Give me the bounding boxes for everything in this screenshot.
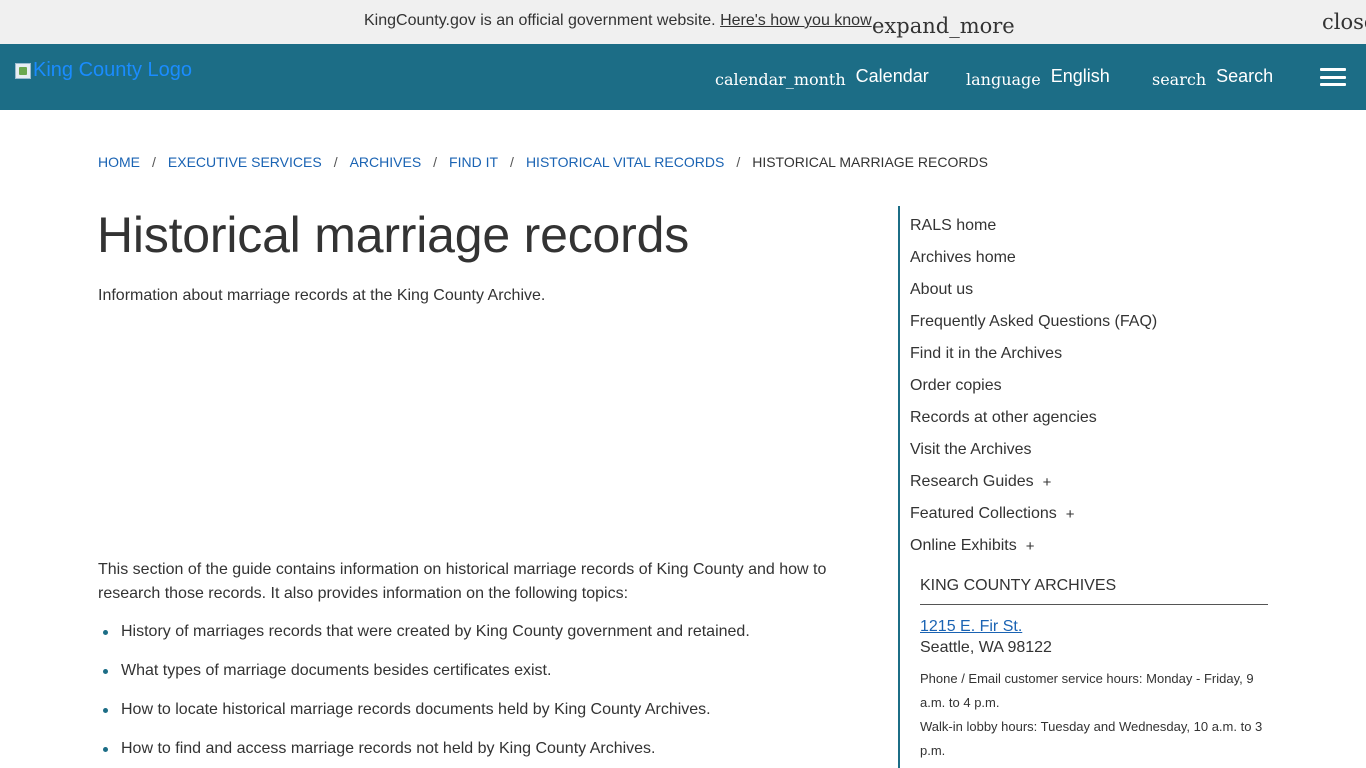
menu-bar xyxy=(1320,68,1346,71)
side-nav-records-other-agencies[interactable]: Records at other agencies xyxy=(910,402,1157,434)
side-nav-list: RALS home Archives home About us Frequen… xyxy=(910,210,1157,562)
menu-bar xyxy=(1320,75,1346,79)
banner-message: KingCounty.gov is an official government… xyxy=(364,12,872,30)
breadcrumb-home[interactable]: Home xyxy=(98,154,140,170)
side-nav-research-guides[interactable]: Research Guides + xyxy=(910,466,1157,498)
close-icon[interactable]: close xyxy=(1322,10,1366,34)
king-county-logo[interactable]: King County Logo xyxy=(15,59,192,82)
logo-alt-text: King County Logo xyxy=(33,59,193,81)
side-nav-faq[interactable]: Frequently Asked Questions (FAQ) xyxy=(910,306,1157,338)
search-button[interactable]: search Search xyxy=(1152,66,1274,89)
expand-plus-icon[interactable]: + xyxy=(1066,506,1075,523)
contact-heading: King County Archives xyxy=(920,577,1268,605)
search-label: Search xyxy=(1216,66,1274,86)
page-intro: Information about marriage records at th… xyxy=(98,287,546,304)
side-nav-label: Find it in the Archives xyxy=(910,345,1063,362)
list-item: History of marriages records that were c… xyxy=(98,621,858,643)
side-nav-featured-collections[interactable]: Featured Collections + xyxy=(910,498,1157,530)
topics-list: History of marriages records that were c… xyxy=(98,621,858,768)
breadcrumb-separator: / xyxy=(736,154,741,170)
breadcrumb-separator: / xyxy=(510,154,514,170)
customer-service-hours: Phone / Email customer service hours: Mo… xyxy=(920,671,1254,710)
calendar-link[interactable]: calendar_month Calendar xyxy=(715,66,929,89)
side-nav-find-it[interactable]: Find it in the Archives xyxy=(910,338,1157,370)
side-navigation: RALS home Archives home About us Frequen… xyxy=(898,206,1278,768)
side-nav-visit-archives[interactable]: Visit the Archives xyxy=(910,434,1157,466)
language-label: English xyxy=(1050,66,1110,86)
calendar-label: Calendar xyxy=(855,66,929,86)
side-nav-label: Records at other agencies xyxy=(910,409,1097,426)
breadcrumb-find-it[interactable]: Find it xyxy=(449,154,498,170)
side-nav-label: Order copies xyxy=(910,377,1002,394)
breadcrumb-separator: / xyxy=(433,154,438,170)
language-selector[interactable]: language English xyxy=(966,66,1110,89)
side-nav-rals-home[interactable]: RALS home xyxy=(910,210,1157,242)
lobby-hours: Walk-in lobby hours: Tuesday and Wednesd… xyxy=(920,719,1263,758)
banner-text: KingCounty.gov is an official government… xyxy=(364,12,716,29)
menu-bar xyxy=(1320,83,1346,86)
page-title: Historical marriage records xyxy=(97,207,689,263)
side-nav-label: Featured Collections xyxy=(910,505,1057,522)
side-nav-label: Online Exhibits xyxy=(910,537,1017,554)
side-nav-about-us[interactable]: About us xyxy=(910,274,1157,306)
breadcrumb-current: Historical marriage records xyxy=(752,154,988,170)
side-nav-archives-home[interactable]: Archives home xyxy=(910,242,1157,274)
list-item: What types of marriage documents besides… xyxy=(98,660,858,682)
side-nav-order-copies[interactable]: Order copies xyxy=(910,370,1157,402)
breadcrumb-executive-services[interactable]: Executive Services xyxy=(168,154,322,170)
side-nav-label: Visit the Archives xyxy=(910,441,1032,458)
side-nav-label: About us xyxy=(910,281,974,298)
menu-icon[interactable] xyxy=(1320,68,1346,86)
breadcrumb-archives[interactable]: Archives xyxy=(350,154,422,170)
list-item: How to locate historical marriage record… xyxy=(98,699,858,721)
address-link[interactable]: 1215 E. Fir St. xyxy=(920,618,1268,636)
official-site-banner: KingCounty.gov is an official government… xyxy=(0,0,1366,44)
breadcrumb-separator: / xyxy=(152,154,156,170)
side-nav-online-exhibits[interactable]: Online Exhibits + xyxy=(910,530,1157,562)
address-city: Seattle, WA 98122 xyxy=(920,639,1052,656)
expand-plus-icon[interactable]: + xyxy=(1043,474,1052,491)
list-item: How to find and access marriage records … xyxy=(98,738,858,760)
side-nav-label: Frequently Asked Questions (FAQ) xyxy=(910,313,1158,330)
breadcrumb-separator: / xyxy=(333,154,338,170)
expand-more-icon[interactable]: expand_more xyxy=(872,14,1015,38)
side-nav-label: RALS home xyxy=(910,217,997,234)
archives-contact-box: King County Archives 1215 E. Fir St. Sea… xyxy=(920,577,1268,763)
side-nav-label: Research Guides xyxy=(910,473,1034,490)
breadcrumb-historical-vital-records[interactable]: Historical Vital Records xyxy=(526,154,724,170)
broken-image-icon xyxy=(15,62,31,79)
section-description: This section of the guide contains infor… xyxy=(98,561,827,602)
search-icon: search xyxy=(1152,70,1207,89)
heres-how-you-know-link[interactable]: Here's how you know xyxy=(720,12,872,29)
side-nav-label: Archives home xyxy=(910,249,1016,266)
expand-plus-icon[interactable]: + xyxy=(1026,538,1035,555)
site-header: King County Logo calendar_month Calendar… xyxy=(0,44,1366,110)
calendar-icon: calendar_month xyxy=(715,70,846,89)
breadcrumb: Home / Executive Services / Archives / F… xyxy=(98,154,988,170)
language-icon: language xyxy=(966,70,1041,89)
